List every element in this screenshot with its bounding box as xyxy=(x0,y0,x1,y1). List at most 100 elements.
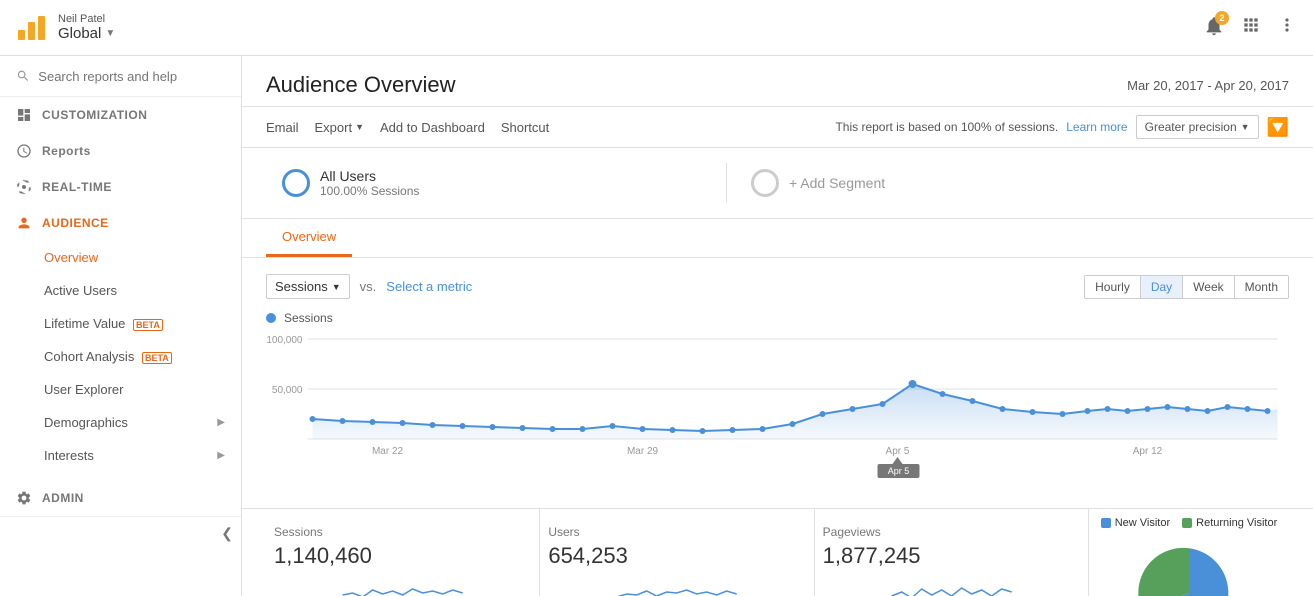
stat-users: Users 654,253 xyxy=(540,509,814,596)
realtime-icon xyxy=(16,179,32,195)
svg-text:Apr 5: Apr 5 xyxy=(888,466,910,476)
segment-circle-filled xyxy=(282,169,310,197)
customization-label: CUSTOMIZATION xyxy=(42,108,147,122)
metric-dropdown-arrow-icon: ▼ xyxy=(332,282,341,292)
select-metric-link[interactable]: Select a metric xyxy=(386,279,472,294)
toolbar-right: This report is based on 100% of sessions… xyxy=(835,115,1289,139)
sidebar-item-lifetime-value[interactable]: Lifetime Value BETA xyxy=(0,307,241,340)
sidebar: CUSTOMIZATION Reports REAL-TIME AUDIENCE… xyxy=(0,56,242,596)
tab-overview[interactable]: Overview xyxy=(266,219,352,257)
sidebar-item-cohort-analysis[interactable]: Cohort Analysis BETA xyxy=(0,340,241,373)
pie-chart xyxy=(1119,537,1259,596)
sidebar-item-active-users[interactable]: Active Users xyxy=(0,274,241,307)
stat-users-label: Users xyxy=(548,525,805,539)
reports-label: Reports xyxy=(42,144,91,158)
pie-legend-new-visitor: New Visitor xyxy=(1101,517,1170,529)
sidebar-item-user-explorer[interactable]: User Explorer xyxy=(0,373,241,406)
metric-dropdown[interactable]: Sessions ▼ xyxy=(266,274,350,299)
more-options-button[interactable] xyxy=(1277,15,1297,40)
time-btn-week[interactable]: Week xyxy=(1183,276,1234,298)
users-sparkline xyxy=(548,575,805,596)
chart-controls: Sessions ▼ vs. Select a metric Hourly Da… xyxy=(266,274,1289,299)
precision-arrow-icon: ▼ xyxy=(1241,122,1250,132)
vs-label: vs. xyxy=(360,279,377,294)
add-segment-label: + Add Segment xyxy=(789,175,885,191)
chart-controls-left: Sessions ▼ vs. Select a metric xyxy=(266,274,472,299)
realtime-label: REAL-TIME xyxy=(42,180,112,194)
sidebar-admin[interactable]: ADMIN xyxy=(0,480,241,516)
segment-name: All Users xyxy=(320,168,419,184)
sidebar-item-demographics[interactable]: Demographics ▶ xyxy=(0,406,241,439)
interests-arrow-icon: ▶ xyxy=(217,450,225,461)
legend-dot-sessions xyxy=(266,313,276,323)
chart-legend: Sessions xyxy=(266,311,1289,325)
search-input[interactable] xyxy=(38,69,225,84)
stat-sessions: Sessions 1,140,460 xyxy=(266,509,540,596)
customization-icon xyxy=(16,107,32,123)
top-header: Neil Patel Global ▼ 2 xyxy=(0,0,1313,56)
shortcut-button[interactable]: Shortcut xyxy=(501,116,549,139)
notifications-button[interactable]: 2 xyxy=(1203,15,1225,40)
search-icon xyxy=(16,68,30,84)
sidebar-collapse-button[interactable]: ❮ xyxy=(221,525,233,541)
sessions-info-text: This report is based on 100% of sessions… xyxy=(835,120,1058,134)
sidebar-customization[interactable]: CUSTOMIZATION xyxy=(0,97,241,133)
new-visitor-dot xyxy=(1101,518,1111,528)
main-layout: CUSTOMIZATION Reports REAL-TIME AUDIENCE… xyxy=(0,56,1313,596)
beta-badge-cohort: BETA xyxy=(142,352,172,364)
learn-more-link[interactable]: Learn more xyxy=(1066,120,1127,134)
time-btn-hourly[interactable]: Hourly xyxy=(1085,276,1141,298)
user-name: Neil Patel xyxy=(58,13,115,25)
chart-area: Sessions ▼ vs. Select a metric Hourly Da… xyxy=(242,258,1313,508)
clock-icon xyxy=(16,143,32,159)
apps-button[interactable] xyxy=(1241,15,1261,40)
export-button[interactable]: Export ▼ xyxy=(315,116,365,139)
admin-label: ADMIN xyxy=(42,491,84,505)
sidebar-realtime[interactable]: REAL-TIME xyxy=(0,169,241,205)
stat-users-value: 654,253 xyxy=(548,543,805,569)
filter-icon-btn[interactable]: 🔽 xyxy=(1267,117,1289,138)
all-users-segment: All Users 100.00% Sessions xyxy=(266,160,726,206)
returning-visitor-label: Returning Visitor xyxy=(1196,517,1277,529)
time-btn-day[interactable]: Day xyxy=(1141,276,1183,298)
beta-badge-lifetime: BETA xyxy=(133,319,163,331)
segment-circle-empty xyxy=(751,169,779,197)
svg-text:50,000: 50,000 xyxy=(272,385,303,396)
svg-text:Mar 22: Mar 22 xyxy=(372,446,404,457)
chart-container: 100,000 50,000 xyxy=(266,329,1289,492)
stat-pageviews-value: 1,877,245 xyxy=(823,543,1080,569)
svg-text:Apr 12: Apr 12 xyxy=(1133,446,1163,457)
demographics-arrow-icon: ▶ xyxy=(217,417,225,428)
add-to-dashboard-button[interactable]: Add to Dashboard xyxy=(380,116,485,139)
admin-icon xyxy=(16,490,32,506)
account-dropdown-arrow[interactable]: ▼ xyxy=(105,28,115,39)
sidebar-item-interests[interactable]: Interests ▶ xyxy=(0,439,241,472)
svg-text:Mar 29: Mar 29 xyxy=(627,446,659,457)
audience-label: AUDIENCE xyxy=(42,216,109,230)
stat-pageviews: Pageviews 1,877,245 xyxy=(815,509,1089,596)
toolbar: Email Export ▼ Add to Dashboard Shortcut… xyxy=(242,107,1313,148)
audience-icon xyxy=(16,215,32,231)
account-name: Global ▼ xyxy=(58,25,115,42)
export-arrow-icon: ▼ xyxy=(355,122,364,132)
toolbar-left: Email Export ▼ Add to Dashboard Shortcut xyxy=(266,116,549,139)
analytics-logo xyxy=(16,12,48,44)
add-segment-button[interactable]: + Add Segment xyxy=(727,161,1289,205)
pie-legend-returning-visitor: Returning Visitor xyxy=(1182,517,1277,529)
stat-sessions-value: 1,140,460 xyxy=(274,543,531,569)
email-button[interactable]: Email xyxy=(266,116,299,139)
overview-tab-bar: Overview xyxy=(242,219,1313,258)
user-info: Neil Patel Global ▼ xyxy=(58,13,115,42)
precision-dropdown[interactable]: Greater precision ▼ xyxy=(1136,115,1259,139)
time-btn-month[interactable]: Month xyxy=(1235,276,1288,298)
svg-text:Apr 5: Apr 5 xyxy=(886,446,910,457)
sidebar-item-overview[interactable]: Overview xyxy=(0,241,241,274)
content-area: Audience Overview Mar 20, 2017 - Apr 20,… xyxy=(242,56,1313,596)
sessions-chart: 100,000 50,000 xyxy=(266,329,1289,489)
sidebar-reports[interactable]: Reports xyxy=(0,133,241,169)
sidebar-audience[interactable]: AUDIENCE xyxy=(0,205,241,241)
time-buttons: Hourly Day Week Month xyxy=(1084,275,1289,299)
header-left: Neil Patel Global ▼ xyxy=(16,12,115,44)
segment-sub: 100.00% Sessions xyxy=(320,184,419,198)
returning-visitor-dot xyxy=(1182,518,1192,528)
